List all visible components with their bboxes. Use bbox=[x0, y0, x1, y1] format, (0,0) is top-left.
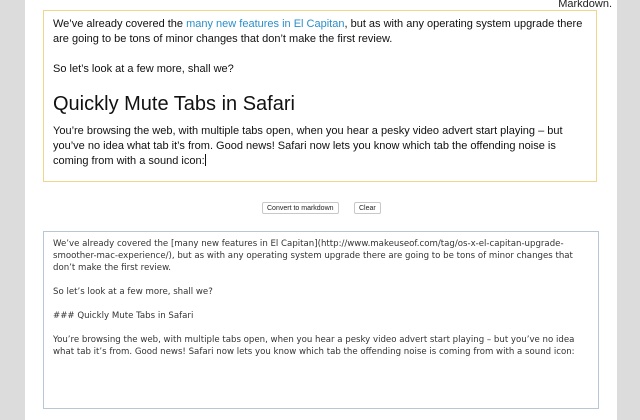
text: You’re browsing the web, with multiple t… bbox=[53, 125, 563, 167]
paragraph-safari: You’re browsing the web, with multiple t… bbox=[53, 124, 587, 169]
markdown-output-textarea[interactable]: We’ve already covered the [many new feat… bbox=[43, 231, 599, 409]
section-heading: Quickly Mute Tabs in Safari bbox=[53, 93, 295, 115]
paragraph-intro: We’ve already covered the many new featu… bbox=[53, 17, 587, 47]
instructions-text: Markdown. bbox=[558, 0, 612, 10]
text-caret bbox=[204, 154, 206, 166]
convert-to-markdown-button[interactable]: Convert to markdown bbox=[262, 202, 339, 214]
text: We’ve already covered the bbox=[53, 18, 187, 30]
clear-button[interactable]: Clear bbox=[354, 202, 381, 214]
el-capitan-link[interactable]: many new features in El Capitan bbox=[186, 18, 344, 30]
rich-text-editor[interactable]: We’ve already covered the many new featu… bbox=[43, 10, 597, 182]
paragraph-question: So let’s look at a few more, shall we? bbox=[53, 63, 234, 75]
